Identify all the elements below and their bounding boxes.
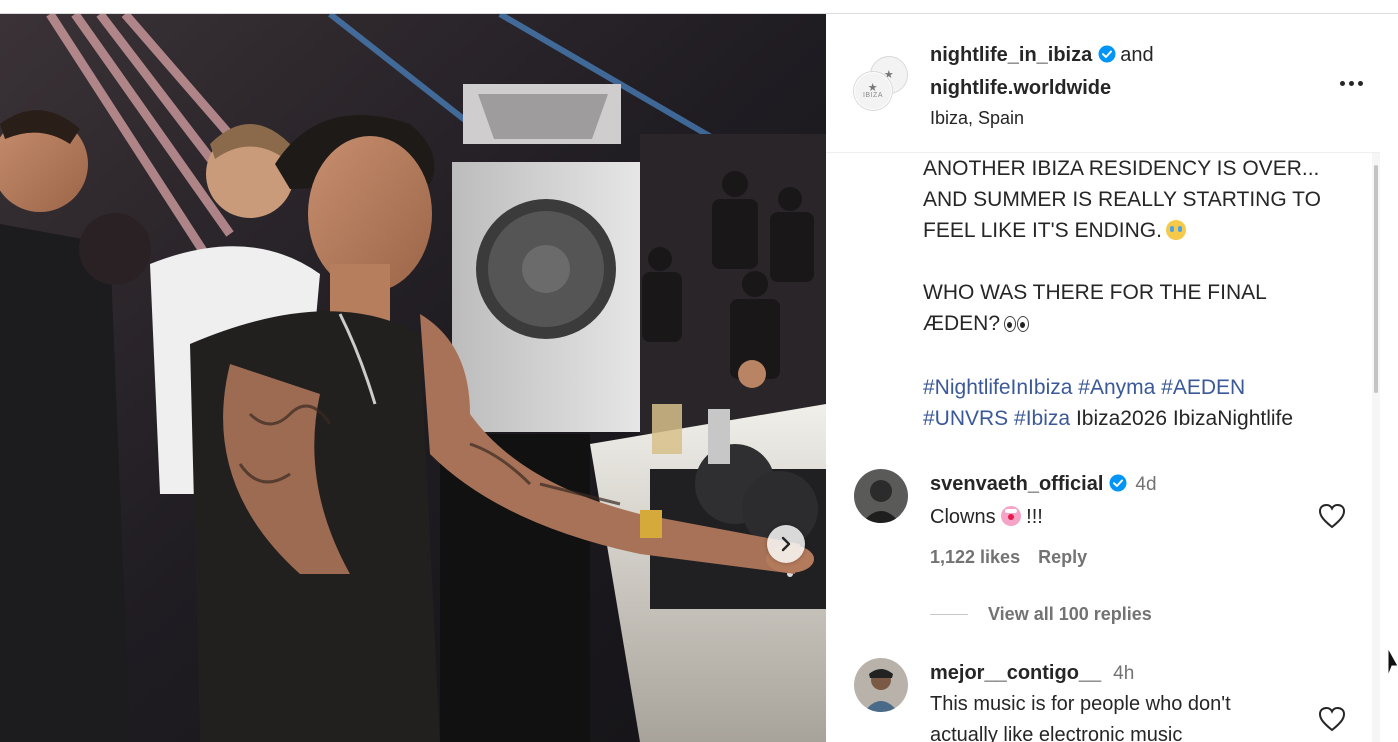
crying-face-icon <box>1165 220 1186 240</box>
verified-badge-icon <box>1098 42 1116 73</box>
location-link[interactable]: Ibiza, Spain <box>930 104 1330 132</box>
hashtag-link[interactable]: #UNVRS <box>923 407 1008 430</box>
post-photo[interactable] <box>0 14 826 742</box>
view-replies-button[interactable]: View all 100 replies <box>988 604 1152 625</box>
heart-outline-icon[interactable] <box>1318 503 1346 529</box>
dj-photo-illustration <box>0 14 826 742</box>
more-options-button[interactable] <box>1336 68 1366 98</box>
clown-face-icon <box>1000 506 1021 526</box>
chevron-right-icon <box>781 536 791 552</box>
hashtag-link[interactable]: #Ibiza <box>1014 407 1070 430</box>
comment-meta: 1,122 likes Reply <box>930 547 1330 568</box>
caption-line: ÆDEN? <box>923 308 1353 341</box>
comment-username[interactable]: svenvaeth_official <box>930 473 1103 495</box>
mouse-cursor-icon <box>1387 646 1398 677</box>
author-primary-link[interactable]: nightlife_in_ibiza <box>930 44 1092 66</box>
scrollbar-thumb[interactable] <box>1374 165 1378 393</box>
comment-time[interactable]: 4d <box>1135 474 1156 495</box>
post-details-panel: ★ ★ IBIZA nightlife_in_ibiza and nightlif… <box>826 14 1380 742</box>
collab-avatars[interactable]: ★ ★ IBIZA <box>852 54 914 114</box>
hashtag-line: #NightlifeInIbiza #Anyma #AEDEN <box>923 372 1353 403</box>
caption-line-text: ÆDEN? <box>923 312 1001 335</box>
star-icon: ★ <box>867 81 879 94</box>
more-options-icon <box>1339 80 1345 86</box>
author-info: nightlife_in_ibiza and nightlife.worldwid… <box>930 40 1330 132</box>
hashtag-link[interactable]: #NightlifeInIbiza <box>923 376 1072 399</box>
author-line-1: nightlife_in_ibiza and <box>930 40 1330 73</box>
comment-text-line: actually like electronic music <box>930 724 1183 742</box>
instagram-post-view: ★ ★ IBIZA nightlife_in_ibiza and nightlif… <box>0 0 1398 742</box>
avatar-primary[interactable]: ★ IBIZA <box>854 72 892 110</box>
post-caption: ANOTHER IBIZA RESIDENCY IS OVER... AND S… <box>923 153 1353 434</box>
browser-top-edge <box>0 0 1398 14</box>
caption-line: ANOTHER IBIZA RESIDENCY IS OVER... <box>923 157 1320 180</box>
hashtag-link[interactable]: #Anyma <box>1078 376 1155 399</box>
caption-line-text: FEEL LIKE IT'S ENDING. <box>923 219 1162 242</box>
verified-badge-icon <box>1109 471 1127 502</box>
heart-outline-icon[interactable] <box>1318 706 1346 732</box>
author-secondary-link[interactable]: nightlife.worldwide <box>930 77 1111 99</box>
comment-text-main: Clowns <box>930 506 996 528</box>
caption-line: WHO WAS THERE FOR THE FINAL <box>923 281 1267 304</box>
post-header: ★ ★ IBIZA nightlife_in_ibiza and nightlif… <box>826 14 1380 153</box>
hashtag-link[interactable]: #AEDEN <box>1161 376 1245 399</box>
avatar[interactable] <box>854 469 908 523</box>
next-photo-button[interactable] <box>767 525 805 563</box>
comment-body: svenvaeth_official 4d Clowns !!! 1,122 li… <box>930 469 1330 568</box>
scrollbar[interactable] <box>1372 153 1380 742</box>
more-options-icon <box>1357 80 1363 86</box>
more-options-icon <box>1348 80 1354 86</box>
caption-line: FEEL LIKE IT'S ENDING. <box>923 215 1353 246</box>
caption-line: AND SUMMER IS REALLY STARTING TO <box>923 188 1321 211</box>
comments-scroll-area[interactable]: ANOTHER IBIZA RESIDENCY IS OVER... AND S… <box>826 153 1380 742</box>
view-replies-row[interactable]: View all 100 replies <box>930 604 1330 625</box>
comment-header: mejor__contigo__ 4h <box>930 658 1330 689</box>
comment-text-line: This music is for people who don't <box>930 693 1231 715</box>
author-line-2: nightlife.worldwide <box>930 73 1330 104</box>
comment-body: mejor__contigo__ 4h This music is for peo… <box>930 658 1330 742</box>
comment-header: svenvaeth_official 4d <box>930 469 1330 502</box>
comment-text-suffix: !!! <box>1026 506 1043 528</box>
caption-gap <box>923 246 1353 277</box>
comment-username[interactable]: mejor__contigo__ <box>930 662 1101 684</box>
caption-plain-tags: Ibiza2026 IbizaNightlife <box>1075 407 1294 430</box>
caption-gap <box>923 341 1353 372</box>
comment-likes[interactable]: 1,122 likes <box>930 547 1020 567</box>
replies-divider <box>930 614 968 615</box>
eyes-icon <box>1004 310 1030 341</box>
avatar-logo-text: IBIZA <box>862 91 883 99</box>
comment-time[interactable]: 4h <box>1113 663 1134 684</box>
avatar[interactable] <box>854 658 908 712</box>
comment-text: Clowns !!! <box>930 502 1330 533</box>
author-joiner: and <box>1120 44 1154 66</box>
hashtag-line: #UNVRS #Ibiza Ibiza2026 IbizaNightlife <box>923 403 1353 434</box>
reply-button[interactable]: Reply <box>1038 547 1087 567</box>
